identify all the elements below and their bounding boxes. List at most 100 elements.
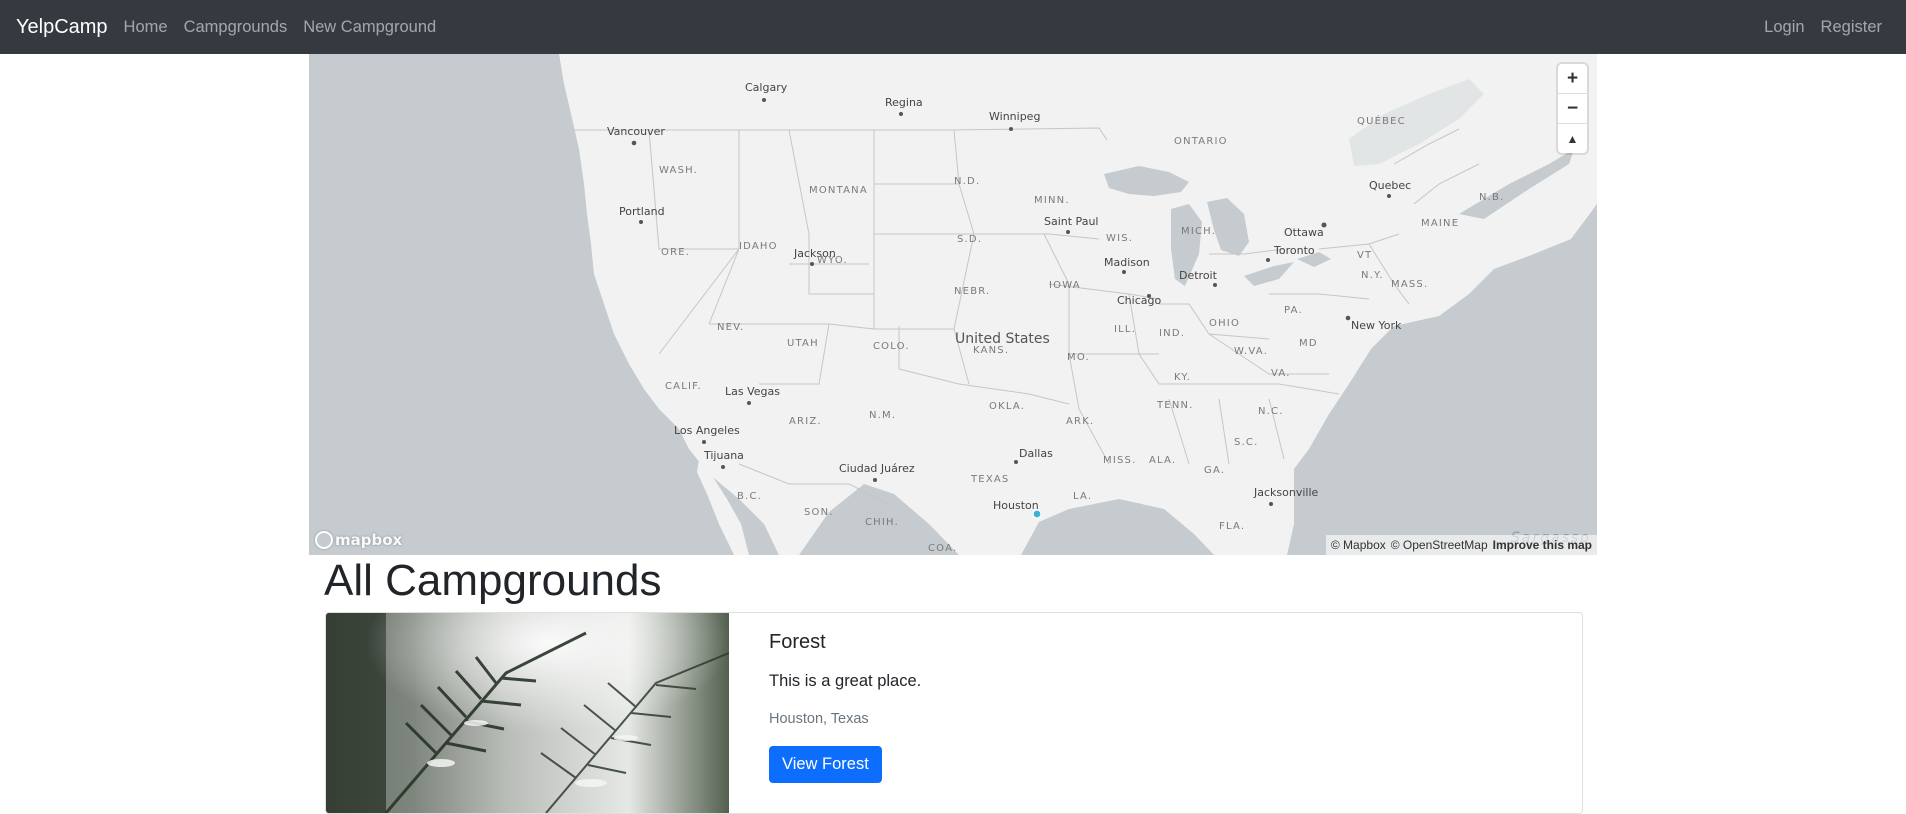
map-state-label: TENN. [1157,400,1194,411]
map-state-label: LA. [1073,491,1093,502]
page-title: All Campgrounds [324,556,662,605]
attribution-mapbox-link[interactable]: © Mapbox [1331,538,1386,552]
campground-card: Forest This is a great place. Houston, T… [325,612,1583,814]
map-state-label: COA. [928,543,958,554]
map-state-label: IND. [1159,328,1186,339]
map-state-label: OHIO [1209,318,1241,329]
map-state-label: VA. [1271,368,1291,379]
map-state-label: ORE. [661,247,691,258]
map-state-label: S.D. [957,234,983,245]
zoom-out-button[interactable]: − [1558,94,1587,124]
map-state-label: KY. [1174,372,1192,383]
map-state-label: MISS. [1103,455,1137,466]
map-background [309,54,1597,555]
nav-register-link[interactable]: Register [1813,18,1890,37]
map-state-label: WIS. [1106,233,1134,244]
map-city-label: New York [1351,319,1402,332]
map-state-label: ARK. [1066,416,1095,427]
map-city-label: Dallas [1019,447,1053,460]
card-body: Forest This is a great place. Houston, T… [769,631,921,783]
map-state-label: CHIH. [865,517,899,528]
zoom-in-button[interactable]: + [1558,64,1587,94]
map-state-label: MINN. [1034,195,1070,206]
campground-image [326,613,729,813]
map-state-label: MO. [1067,352,1090,363]
view-campground-button[interactable]: View Forest [769,746,882,783]
map-city-label: Los Angeles [674,424,740,437]
mapbox-logo[interactable]: mapbox [315,531,402,549]
map-city-label: Saint Paul [1044,215,1099,228]
map-state-label: MD [1299,338,1318,349]
map-attribution: © Mapbox © OpenStreetMap Improve this ma… [1325,535,1597,555]
map-state-label: IDAHO [739,241,778,252]
map-state-label: SON. [804,507,834,518]
campground-title: Forest [769,631,826,653]
map-state-label: GA. [1204,465,1226,476]
map-state-label: ONTARIO [1174,136,1228,147]
campground-description: This is a great place. [769,672,922,690]
nav-login-link[interactable]: Login [1756,18,1812,37]
map-city-label: Ottawa [1284,226,1324,239]
campground-location: Houston, Texas [769,711,869,727]
map-state-label: PA. [1284,305,1303,316]
compass-icon: ▲ [1566,131,1579,146]
map-state-label: N.M. [869,410,897,421]
improve-map-link[interactable]: Improve this map [1493,538,1592,552]
map-city-label: Madison [1104,256,1150,269]
map-state-label: VT [1357,250,1373,261]
map-city-label: Regina [885,96,923,109]
map-state-label: N.B. [1479,192,1505,203]
map-state-label: WASH. [659,165,699,176]
map-city-label: Calgary [745,81,788,94]
map-state-label: MASS. [1391,279,1429,290]
map-city-label: Detroit [1179,269,1217,282]
map-state-label: TEXAS [971,474,1010,485]
map-state-label: COLO. [873,341,910,352]
brand-link[interactable]: YelpCamp [16,16,108,39]
map-city-label: Portland [619,205,665,218]
nav-campgrounds-link[interactable]: Campgrounds [176,18,296,37]
nav-home-link[interactable]: Home [116,18,176,37]
map-city-label: Tijuana [704,449,744,462]
map-state-label: S.C. [1234,437,1259,448]
map-city-label: Ciudad Juárez [839,462,915,475]
map-state-label: ILL. [1114,324,1137,335]
map-city-label: Winnipeg [989,110,1041,123]
map-city-label: Quebec [1369,179,1412,192]
mapbox-logo-text: mapbox [335,531,403,549]
map-state-label: IOWA [1049,280,1081,291]
cluster-map[interactable]: United States Sargasso Calgary Regina Wi… [309,54,1597,555]
map-city-label: Las Vegas [725,385,780,398]
map-state-label: W.VA. [1234,346,1268,357]
nav-right: Login Register [1756,18,1890,37]
map-state-label: ALA. [1149,455,1177,466]
map-state-label: WYO. [817,255,848,266]
map-city-label: Vancouver [607,125,665,138]
map-state-label: N.C. [1258,406,1284,417]
nav-new-campground-link[interactable]: New Campground [295,18,444,37]
compass-button[interactable]: ▲ [1558,124,1587,153]
map-state-label: QUÉBEC [1357,116,1406,127]
map-state-label: MONTANA [809,185,868,196]
map-state-label: CALIF. [665,381,702,392]
map-city-label: Toronto [1274,244,1315,257]
map-city-label: Houston [993,499,1039,512]
mapbox-logo-icon [315,531,333,549]
map-city-label: Jacksonville [1254,486,1319,499]
map-state-label: NEV. [717,322,745,333]
map-state-label: N.D. [954,176,981,187]
map-state-label: NEBR. [954,286,991,297]
map-state-label: MAINE [1421,218,1460,229]
map-state-label: KANS. [973,345,1010,356]
attribution-osm-link[interactable]: © OpenStreetMap [1391,538,1488,552]
map-state-label: FLA. [1219,521,1246,532]
navbar: YelpCamp Home Campgrounds New Campground… [0,0,1906,54]
map-state-label: UTAH [787,338,819,349]
map-navigation-control: + − ▲ [1558,64,1587,153]
map-state-label: OKLA. [989,401,1026,412]
map-state-label: MICH. [1181,226,1217,237]
map-city-label: Chicago [1117,294,1162,307]
map-state-label: B.C. [737,491,763,502]
map-state-label: ARIZ. [789,416,822,427]
map-state-label: N.Y. [1361,270,1384,281]
